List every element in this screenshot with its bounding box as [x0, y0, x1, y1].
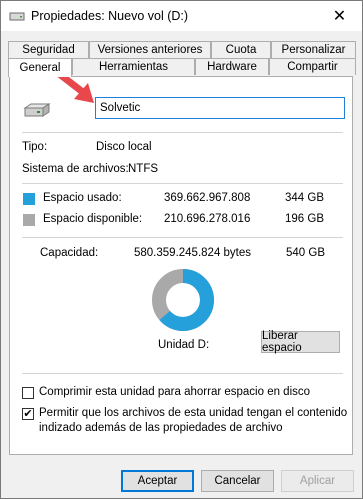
separator [22, 132, 343, 133]
close-button[interactable]: ✕ [317, 1, 362, 31]
used-space-bytes: 369.662.967.808 [164, 192, 251, 204]
index-label-line2: indizado además de las propiedades de ar… [39, 422, 283, 434]
tab-hardware[interactable]: Hardware [195, 58, 269, 75]
tab-seguridad[interactable]: Seguridad [8, 41, 89, 58]
drive-letter-label: Unidad D: [158, 339, 210, 351]
capacity-bytes: 580.359.245.824 bytes [134, 247, 252, 259]
apply-button[interactable]: Aplicar [281, 470, 354, 492]
filesystem-label: Sistema de archivos: [22, 163, 129, 175]
close-icon: ✕ [332, 8, 347, 25]
disk-cleanup-button[interactable]: Liberar espacio [261, 330, 340, 354]
free-space-label: Espacio disponible: [43, 213, 143, 225]
index-checkbox[interactable]: ✔ [22, 408, 34, 420]
compress-label: Comprimir esta unidad para ahorrar espac… [39, 386, 311, 398]
checkmark-icon: ✔ [23, 407, 33, 420]
type-label: Tipo: [22, 141, 48, 153]
separator [22, 373, 343, 374]
properties-window: Propiedades: Nuevo vol (D:) ✕ Seguridad … [0, 0, 363, 499]
free-space-bytes: 210.696.278.016 [164, 213, 251, 225]
tab-personalizar[interactable]: Personalizar [271, 41, 356, 58]
separator [22, 237, 343, 238]
used-space-swatch [23, 193, 35, 205]
title-bar: Propiedades: Nuevo vol (D:) ✕ [1, 1, 362, 31]
general-panel: Tipo: Disco local Sistema de archivos: N… [9, 69, 353, 455]
tab-general[interactable]: General [8, 58, 72, 77]
ok-button[interactable]: Aceptar [121, 470, 194, 492]
cancel-button[interactable]: Cancelar [201, 470, 274, 492]
volume-name-input[interactable] [95, 97, 345, 119]
free-space-swatch [23, 214, 35, 226]
capacity-gb: 540 GB [286, 247, 325, 259]
used-space-gb: 344 GB [285, 192, 324, 204]
drive-icon [9, 12, 25, 21]
disk-usage-donut [152, 269, 214, 331]
window-title: Propiedades: Nuevo vol (D:) [31, 9, 189, 23]
tab-cuota[interactable]: Cuota [211, 41, 271, 58]
type-value: Disco local [96, 141, 152, 153]
tab-versiones-anteriores[interactable]: Versiones anteriores [89, 41, 211, 58]
capacity-label: Capacidad: [40, 247, 99, 259]
tab-compartir[interactable]: Compartir [269, 58, 356, 75]
compress-checkbox[interactable] [22, 387, 34, 399]
index-label-line1: Permitir que los archivos de esta unidad… [39, 407, 348, 419]
separator [22, 183, 343, 184]
filesystem-value: NTFS [128, 163, 159, 175]
free-space-gb: 196 GB [285, 213, 324, 225]
drive-large-icon [23, 103, 51, 117]
used-space-label: Espacio usado: [43, 192, 122, 204]
